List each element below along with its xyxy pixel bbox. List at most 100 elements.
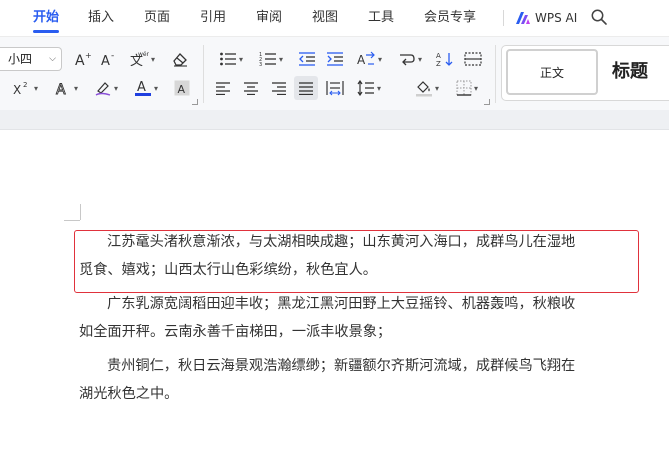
chevron-down-icon: ▾ [278, 54, 283, 64]
align-right-icon [272, 82, 286, 95]
tab-home[interactable]: 开始 [33, 8, 59, 28]
text-line: 广东乳源宽阔稻田迎丰收；黑龙江黑河田野上大豆摇铃、机器轰鸣，秋粮收 [107, 296, 576, 312]
phonetic-guide-button[interactable]: 文 wén ▾ [126, 48, 158, 70]
style-normal[interactable]: 正文 [506, 49, 598, 95]
character-shading-button[interactable]: A [172, 77, 192, 99]
group-divider [495, 45, 496, 103]
paragraph-dialog-launcher-icon[interactable] [484, 99, 490, 105]
search-icon[interactable] [590, 8, 608, 30]
svg-text:A: A [101, 54, 110, 67]
tab-tools[interactable]: 工具 [368, 8, 394, 28]
chevron-down-icon: ▾ [150, 54, 155, 64]
tab-insert[interactable]: 插入 [88, 8, 114, 28]
character-shading-icon: A [174, 80, 190, 96]
svg-text:+: + [85, 51, 92, 60]
wps-ai-button[interactable]: WPS AI [515, 8, 577, 28]
sort-button[interactable]: AZ [434, 48, 456, 70]
tab-review[interactable]: 审阅 [256, 8, 282, 28]
svg-text:Z: Z [436, 60, 441, 67]
tab-page[interactable]: 页面 [144, 8, 170, 28]
table-layout-icon [464, 52, 482, 66]
text-line: 如全面开秤。云南永善千亩梯田，一派丰收景象； [79, 324, 392, 340]
numbered-list-icon: 123 [259, 52, 276, 67]
svg-text:2: 2 [23, 81, 27, 89]
text-line: 贵州铜仁，秋日云海景观浩瀚缥缈；新疆额尔齐斯河流域，成群候鸟飞翔在 [107, 358, 576, 374]
margin-corner-mark [80, 204, 81, 220]
tab-references[interactable]: 引用 [200, 8, 226, 28]
svg-text:A: A [137, 80, 146, 95]
font-color-icon: A [134, 80, 151, 96]
grow-font-button[interactable]: A + [72, 48, 94, 70]
style-heading[interactable]: 标题 [612, 57, 648, 83]
highlighter-icon [95, 82, 111, 96]
align-right-button[interactable] [268, 77, 290, 99]
chevron-down-icon: ▾ [473, 83, 478, 93]
paragraph[interactable]: 贵州铜仁，秋日云海景观浩瀚缥缈；新疆额尔齐斯河流域，成群候鸟飞翔在 湖光秋色之中… [79, 352, 639, 408]
superscript-button[interactable]: X2 ▾ [8, 77, 42, 99]
shrink-font-button[interactable]: A- [98, 48, 120, 70]
tab-view[interactable]: 视图 [312, 8, 338, 28]
active-tab-indicator [33, 30, 59, 33]
highlight-button[interactable]: ▾ [90, 77, 122, 99]
font-dialog-launcher-icon[interactable] [192, 99, 198, 105]
font-grow-icon: A + [75, 51, 92, 67]
line-break-button[interactable]: ▾ [394, 48, 426, 70]
chevron-down-icon: ▾ [417, 54, 422, 64]
menu-bar: 开始 插入 页面 引用 审阅 视图 工具 会员专享 WPS AI [0, 0, 669, 36]
bullet-list-icon [220, 52, 236, 66]
numbered-list-button[interactable]: 123 ▾ [254, 48, 288, 70]
line-spacing-button[interactable]: ▾ [352, 77, 386, 99]
align-center-button[interactable] [240, 77, 262, 99]
bullet-list-button[interactable]: ▾ [214, 48, 248, 70]
ribbon-toolbar: 小四 ⌵ A + A- 文 wén ▾ X2 ▾ A ▾ ▾ A ▾ A ▾ 123… [0, 36, 669, 110]
group-divider [203, 45, 204, 103]
svg-text:X: X [13, 83, 21, 96]
eraser-icon [173, 53, 187, 67]
margin-corner-mark [64, 220, 80, 221]
svg-text:A: A [436, 52, 441, 60]
wps-ai-label: WPS AI [535, 11, 578, 25]
svg-text:3: 3 [259, 62, 262, 67]
decrease-indent-button[interactable] [296, 48, 318, 70]
font-shrink-icon: A- [101, 51, 114, 67]
borders-button[interactable]: ▾ [450, 77, 484, 99]
svg-text:wén: wén [138, 51, 149, 58]
document-page[interactable]: 江苏鼋头渚秋意渐浓，与太湖相映成趣；山东黄河入海口，成群鸟儿在湿地 觅食、嬉戏；… [0, 130, 669, 470]
chevron-down-icon: ▾ [238, 54, 243, 64]
line-break-icon [399, 54, 415, 66]
align-left-button[interactable] [212, 77, 234, 99]
sort-icon: AZ [436, 52, 453, 67]
align-center-icon [244, 82, 258, 95]
distributed-align-icon [326, 81, 344, 96]
align-justify-icon [299, 82, 313, 95]
clear-format-button[interactable] [168, 48, 192, 70]
chevron-down-icon: ▾ [434, 83, 439, 93]
text-effect-button[interactable]: A ▾ [50, 77, 82, 99]
chevron-down-icon: ▾ [377, 54, 382, 64]
chevron-down-icon: ▾ [153, 83, 158, 93]
font-size-select[interactable]: 小四 ⌵ [0, 47, 62, 71]
svg-text:A: A [75, 53, 85, 67]
font-size-value: 小四 [8, 52, 33, 66]
paragraph[interactable]: 广东乳源宽阔稻田迎丰收；黑龙江黑河田野上大豆摇铃、机器轰鸣，秋粮收 如全面开秤。… [79, 290, 639, 346]
text-direction-button[interactable]: A ▾ [352, 48, 386, 70]
text-direction-icon: A [357, 51, 375, 67]
chevron-down-icon: ▾ [376, 83, 381, 93]
paragraph-shading-button[interactable]: ▾ [410, 77, 444, 99]
selected-paragraph-highlight [74, 230, 639, 293]
chevron-down-icon: ▾ [113, 83, 118, 93]
font-color-button[interactable]: A ▾ [130, 77, 162, 99]
distributed-align-button[interactable] [324, 77, 346, 99]
line-spacing-icon [357, 80, 374, 96]
increase-indent-button[interactable] [324, 48, 346, 70]
paint-bucket-icon [415, 81, 432, 97]
svg-text:-: - [111, 51, 114, 61]
tab-member[interactable]: 会员专享 [424, 8, 476, 28]
justify-button[interactable] [294, 76, 318, 100]
menu-divider [503, 10, 504, 26]
superscript-icon: X2 [13, 81, 27, 96]
outdent-icon [299, 52, 315, 66]
indent-icon [327, 52, 343, 66]
wps-ai-logo-icon [516, 12, 530, 24]
show-marks-button[interactable] [462, 48, 484, 70]
